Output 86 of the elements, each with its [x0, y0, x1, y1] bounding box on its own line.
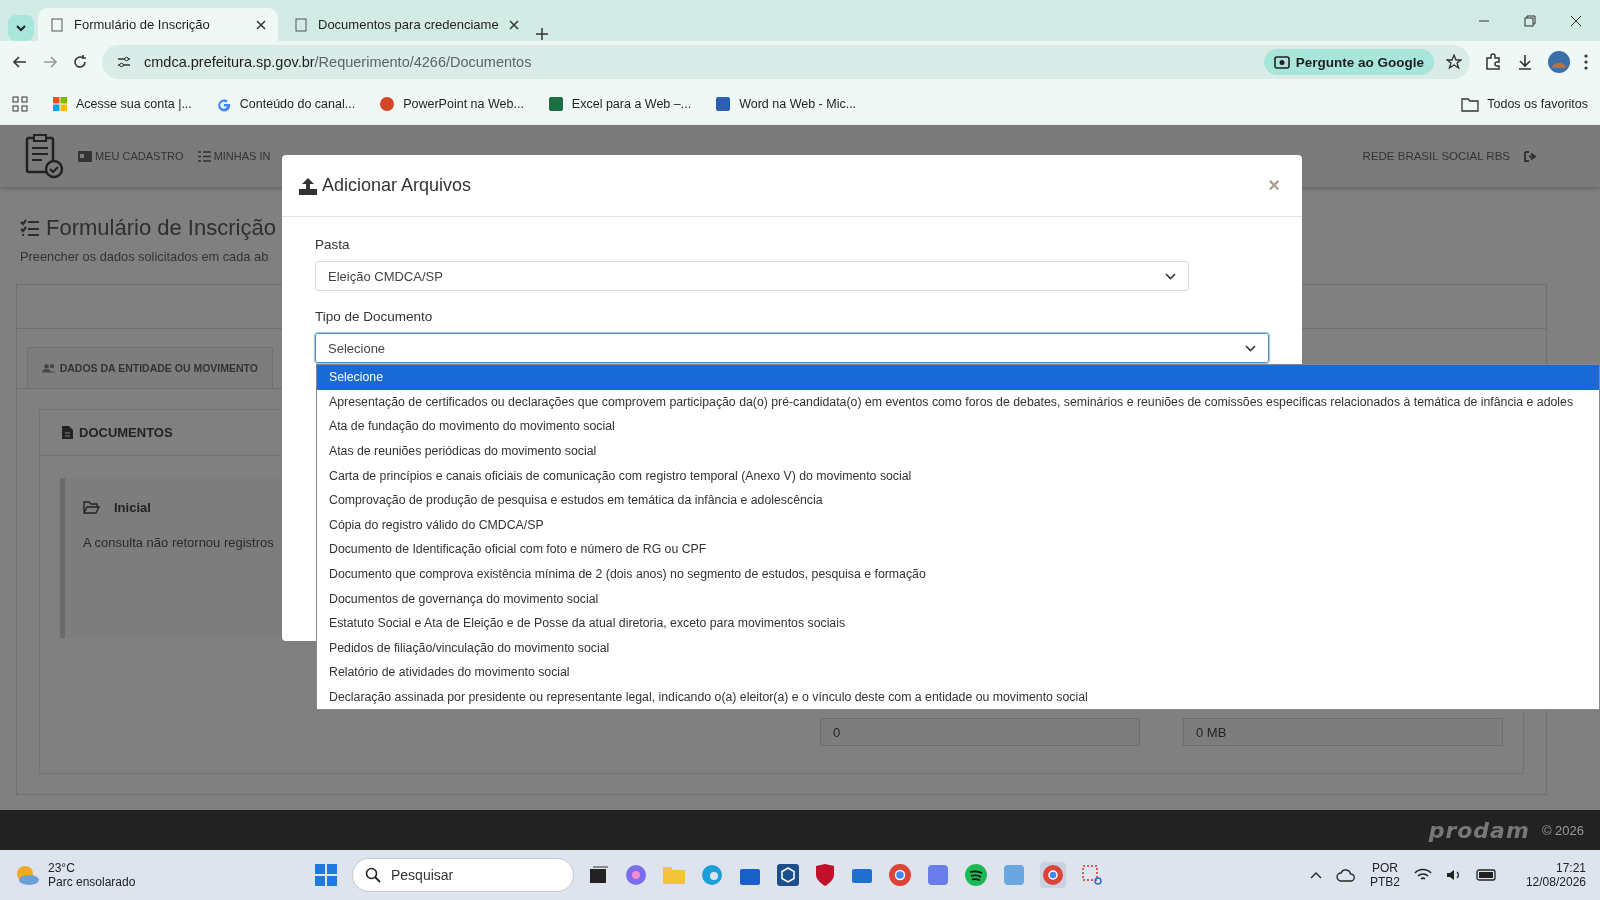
start-icon	[314, 863, 338, 887]
copyright-text: © 2026	[1541, 822, 1584, 838]
snipping-icon	[1080, 863, 1104, 887]
empty-message: A consulta não retornou registros	[83, 535, 275, 550]
apps-grid-icon	[12, 96, 28, 112]
dropdown-option[interactable]: Selecione	[317, 365, 1599, 390]
document-icon	[62, 426, 73, 439]
panel-title: DOCUMENTOS	[79, 425, 173, 440]
page-title-text: Formulário de Inscrição	[46, 215, 276, 241]
menu-icon	[1584, 54, 1588, 70]
google-g-icon	[215, 96, 232, 112]
chevron-down-icon	[1245, 344, 1256, 352]
sun-cloud-icon	[14, 864, 40, 886]
battery-icon	[1475, 869, 1498, 881]
readonly-field: 0	[820, 718, 1140, 746]
weather-text: Parc ensolarado	[48, 875, 136, 889]
checklist-icon	[20, 219, 40, 237]
folder-icon	[1461, 96, 1480, 112]
restore-icon	[1524, 14, 1536, 27]
task-view-icon	[588, 864, 610, 886]
search-input[interactable]: Pesquisar	[389, 866, 529, 884]
cloud-icon	[1335, 867, 1356, 883]
browser-icon	[888, 863, 912, 887]
bookmark-link[interactable]: Word na Web - Mic...	[715, 96, 857, 112]
word-document-icon	[715, 96, 732, 112]
field-label: Tipo de Documento	[315, 309, 434, 324]
keyboard-layout[interactable]: PTB2	[1369, 875, 1400, 889]
url-text: cmdca.prefeitura.sp.gov.br/Requerimento/4266/Documentos	[144, 54, 532, 70]
close-icon	[256, 19, 266, 30]
user-name: REDE BRASIL SOCIAL RBS	[1362, 150, 1510, 162]
upload-icon	[298, 176, 318, 195]
tab-search-icon	[8, 15, 34, 41]
bookmark-link[interactable]: PowerPoint na Web...	[379, 96, 524, 112]
taskbar-search-bar[interactable]: Pesquisar	[352, 858, 574, 892]
star-icon	[1446, 54, 1462, 70]
page-icon	[50, 17, 64, 32]
all-bookmarks-link[interactable]: Todos os favoritos	[1461, 96, 1588, 112]
forward-arrow-icon	[42, 54, 58, 70]
browser-tab[interactable]: Documentos para credenciame	[282, 8, 531, 41]
clock-time[interactable]: 17:21	[1555, 861, 1586, 875]
list-icon	[197, 150, 211, 162]
shield-icon	[814, 863, 836, 887]
folder-icon	[662, 864, 686, 886]
footer-logo: prodam	[1428, 817, 1530, 843]
page-subtitle: Preencher os dados solicitados em cada ab	[20, 249, 269, 264]
chevron-down-icon	[1165, 272, 1176, 280]
site-settings-icon	[116, 54, 132, 70]
id-card-icon	[78, 150, 92, 162]
clock-date[interactable]: 12/08/2026	[1525, 875, 1586, 889]
chevron-up-icon	[1309, 871, 1322, 879]
readonly-field: 0 MB	[1183, 718, 1503, 746]
language-code[interactable]: POR	[1371, 861, 1398, 875]
browser-tab[interactable]: Formulário de Inscrição	[38, 8, 278, 41]
four-squares-icon	[52, 96, 68, 112]
back-arrow-icon	[12, 54, 28, 70]
close-icon	[1570, 14, 1582, 27]
reload-icon	[72, 54, 88, 70]
modal-title: Adicionar Arquivos	[322, 175, 472, 196]
browser-icon	[1040, 862, 1066, 888]
wifi-icon	[1413, 868, 1432, 882]
address-bar[interactable]: cmdca.prefeitura.sp.gov.br/Requerimento/4266/Documentos Pergunte ao Google	[102, 45, 1470, 79]
page-icon	[294, 17, 308, 32]
select-field[interactable]: Eleição CMDCA/SP	[315, 261, 1189, 291]
folder-name: Inicial	[114, 500, 151, 515]
bookmark-link[interactable]: Excel para a Web –...	[547, 96, 692, 112]
users-icon	[42, 363, 56, 373]
close-icon	[508, 19, 519, 30]
folder-open-icon	[83, 501, 100, 514]
camera-icon	[1273, 54, 1290, 70]
puzzle-icon	[1484, 53, 1502, 71]
avatar-icon	[1548, 51, 1570, 73]
spreadsheet-icon	[547, 96, 564, 112]
presentation-icon	[379, 96, 396, 112]
google-lens-button[interactable]: Pergunte ao Google	[1263, 49, 1434, 75]
clipboard-check-icon	[24, 133, 64, 179]
plus-icon	[534, 27, 549, 41]
bookmark-link[interactable]: Acesse sua conta |...	[52, 96, 192, 112]
bookmark-link[interactable]: Conteúdo do canal...	[215, 96, 356, 112]
download-icon	[1516, 53, 1534, 71]
music-icon	[964, 863, 988, 887]
field-label: Pasta	[315, 237, 351, 252]
search-icon	[365, 867, 381, 883]
temperature-text: 23°C	[48, 861, 76, 875]
cube-icon	[776, 863, 800, 887]
speaker-icon	[1445, 868, 1462, 882]
logout-icon	[1524, 150, 1537, 162]
